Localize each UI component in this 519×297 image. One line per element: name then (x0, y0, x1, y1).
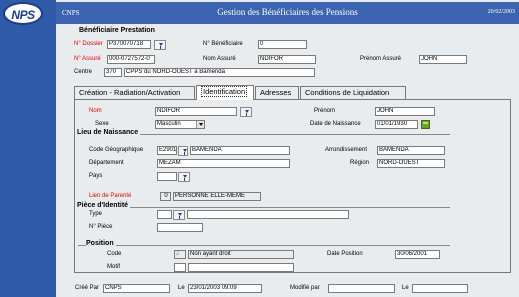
nom-field[interactable]: NDIFOR (155, 107, 237, 116)
parente-code-field[interactable]: 0 (160, 192, 171, 201)
cree-par-label: Créé Par (75, 285, 100, 291)
chevron-down-icon (196, 121, 204, 128)
tab-identification[interactable]: Identification (196, 85, 254, 100)
pays-label: Pays (89, 173, 103, 179)
centre-code-field[interactable]: 370 (104, 68, 122, 77)
prenom-field[interactable]: JOHN (375, 107, 435, 116)
position-section-title: Position (86, 240, 116, 247)
tab-label: Adresses (260, 88, 292, 97)
parente-value-field[interactable]: PERSONNE ELLE-MÊME (173, 192, 261, 201)
cree-le-field[interactable]: 23/01/2003 09:09 (188, 284, 262, 293)
date-position-label: Date Position (327, 251, 363, 257)
centre-label: Centre (74, 69, 93, 75)
nbenef-field[interactable]: 0 (258, 40, 307, 49)
piece-num-field[interactable] (157, 223, 203, 232)
departement-label: Département (89, 160, 124, 166)
piece-type-lookup-button[interactable] (173, 210, 185, 220)
title-bar: CNPS Gestion des Bénéficiaires des Pensi… (56, 2, 519, 24)
piece-section-title: Pièce d'Identité (77, 202, 131, 209)
code-geo-field[interactable]: E2901 (157, 146, 177, 155)
dob-field[interactable]: 01/01/1930 (375, 120, 418, 129)
prenom-label: Prénom (314, 108, 336, 114)
pays-field[interactable] (157, 172, 177, 181)
left-sidebar (0, 0, 56, 297)
prenom-assure-label: Prénom Assuré (360, 56, 402, 62)
region-field[interactable]: NORD-OUEST (377, 159, 445, 168)
position-code-label: Code (107, 251, 122, 257)
arrondissement-field[interactable]: BAMENDA (377, 146, 445, 155)
dossier-label: N° Dossier (74, 41, 103, 47)
nbenef-label: N° Bénéficiaire (203, 41, 243, 47)
code-geo-lookup-button[interactable] (178, 146, 188, 156)
nom-assure-label: Nom Assuré (203, 56, 236, 62)
modifie-le-field[interactable] (412, 284, 468, 293)
date-position-field[interactable]: 30/06/2001 (395, 250, 440, 259)
piece-type-code-field[interactable] (157, 210, 172, 219)
modifie-par-label: Modifié par (290, 285, 320, 291)
parente-label: Lien de Parenté (89, 193, 132, 199)
motif-label: Motif (107, 264, 121, 270)
ville-field[interactable]: BAMENDA (190, 146, 290, 155)
cnps-logo: NPS (3, 2, 43, 25)
window-title: Gestion des Bénéficiaires des Pensions (217, 7, 358, 17)
cree-par-field[interactable]: CNPS (103, 284, 170, 293)
tab-creation-radiation[interactable]: Création - Radiation/Activation (74, 86, 195, 99)
arrondissement-label: Arrondissement (325, 147, 368, 153)
position-code-field[interactable]: 2 (174, 250, 186, 259)
tab-label: Conditions de Liquidation (305, 88, 390, 97)
tab-adresses[interactable]: Adresses (255, 86, 299, 99)
nom-assure-field[interactable]: NDIFOR (258, 55, 316, 64)
benef-section-title: Bénéficiaire Prestation (79, 27, 155, 34)
calendar-icon[interactable] (421, 120, 430, 129)
departement-field[interactable]: MEZAM (157, 159, 290, 168)
identification-panel (74, 99, 511, 273)
logo-text: NPS (11, 8, 35, 22)
assure-label: N° Assuré (74, 56, 101, 62)
assure-field[interactable]: 000-0727572-0 (107, 55, 155, 64)
piece-group-border (78, 207, 450, 208)
piece-type-label: Type (89, 211, 103, 217)
tab-label: Création - Radiation/Activation (79, 88, 181, 97)
current-date: 20/02/2003 (487, 9, 515, 15)
modifie-par-field[interactable] (328, 284, 395, 293)
motif-desc-field[interactable] (188, 263, 294, 272)
nom-lookup-button[interactable] (240, 107, 252, 117)
sexe-select[interactable]: Masculin (155, 120, 205, 129)
nom-label: Nom (89, 108, 102, 114)
prenom-assure-field[interactable]: JOHN (419, 55, 467, 64)
region-label: Région (350, 160, 370, 166)
tab-label: Identification (201, 86, 248, 97)
code-geo-label: Code Géographique (89, 147, 144, 153)
tab-conditions-liquidation[interactable]: Conditions de Liquidation (300, 86, 406, 99)
piece-type-desc-field[interactable] (187, 210, 349, 219)
centre-name-field[interactable]: CPPS du NORD-OUEST à Bamenda (124, 68, 315, 77)
sexe-value: Masculin (157, 121, 181, 127)
lieu-section-title: Lieu de Naissance (77, 129, 141, 136)
dossier-field[interactable]: P370070718 (107, 40, 151, 49)
le-label: Le (178, 285, 185, 291)
dossier-lookup-button[interactable] (154, 40, 166, 50)
pays-lookup-button[interactable] (178, 172, 190, 182)
dob-label: Date de Naissance (310, 121, 361, 127)
motif-code-field[interactable] (174, 263, 186, 272)
position-desc-field[interactable]: Non ayant droit (188, 250, 294, 259)
piece-num-label: N° Pièce (89, 224, 113, 230)
position-group-border (78, 245, 450, 246)
le2-label: Le (402, 285, 409, 291)
sexe-label: Sexe (95, 121, 109, 127)
